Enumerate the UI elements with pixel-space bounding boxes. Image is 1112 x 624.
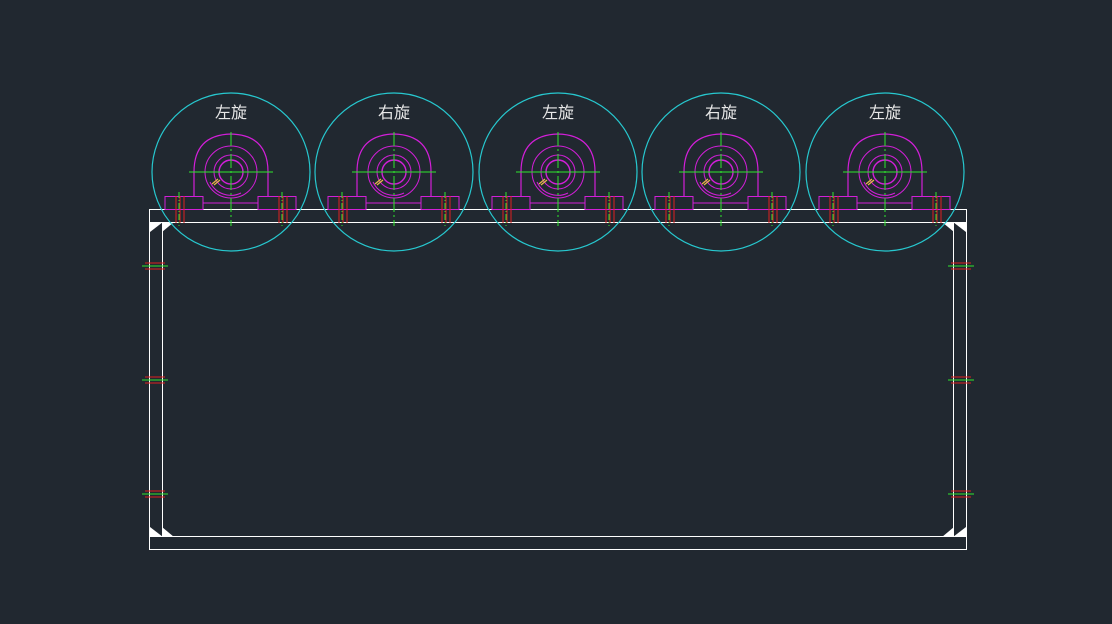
- roller-assembly-2: 右旋: [314, 92, 474, 252]
- corner-gusset-3: [953, 527, 966, 537]
- side-bracket-right-2: [948, 490, 974, 498]
- roller-assembly-1: 左旋: [151, 92, 311, 252]
- corner-gusset-2: [150, 527, 163, 537]
- bearing-base-foot-right: [911, 196, 951, 210]
- frame-inner: [162, 222, 954, 537]
- side-brackets: [142, 262, 974, 498]
- rotation-label: 左旋: [542, 103, 574, 122]
- corner-gusset-0: [150, 222, 163, 232]
- rotation-label: 右旋: [378, 103, 410, 122]
- bearing-base-foot-right: [257, 196, 297, 210]
- rotation-label: 左旋: [215, 103, 247, 122]
- corner-gusset-6: [162, 527, 174, 537]
- conveyor-frame: [149, 209, 967, 550]
- corner-gusset-7: [942, 527, 954, 537]
- roller-assembly-3: 左旋: [478, 92, 638, 252]
- rotation-label: 右旋: [705, 103, 737, 122]
- bearing-base-foot-right: [584, 196, 624, 210]
- roller-assemblies: 左旋 右旋 左旋 右旋 左旋: [151, 92, 965, 252]
- corner-gusset-4: [162, 222, 174, 232]
- side-bracket-right-1: [948, 376, 974, 384]
- rotation-label: 左旋: [869, 103, 901, 122]
- bearing-base-foot-right: [747, 196, 787, 210]
- corner-gusset-5: [942, 222, 954, 232]
- frame-outer: [149, 209, 967, 550]
- roller-assembly-5: 左旋: [805, 92, 965, 252]
- side-bracket-left-2: [142, 490, 168, 498]
- cad-drawing-canvas: 左旋 右旋 左旋 右旋 左旋: [142, 92, 974, 550]
- roller-assembly-4: 右旋: [641, 92, 801, 252]
- bearing-base-foot-right: [420, 196, 460, 210]
- corner-gusset-1: [953, 222, 966, 232]
- side-bracket-right-0: [948, 262, 974, 270]
- side-bracket-left-1: [142, 376, 168, 384]
- side-bracket-left-0: [142, 262, 168, 270]
